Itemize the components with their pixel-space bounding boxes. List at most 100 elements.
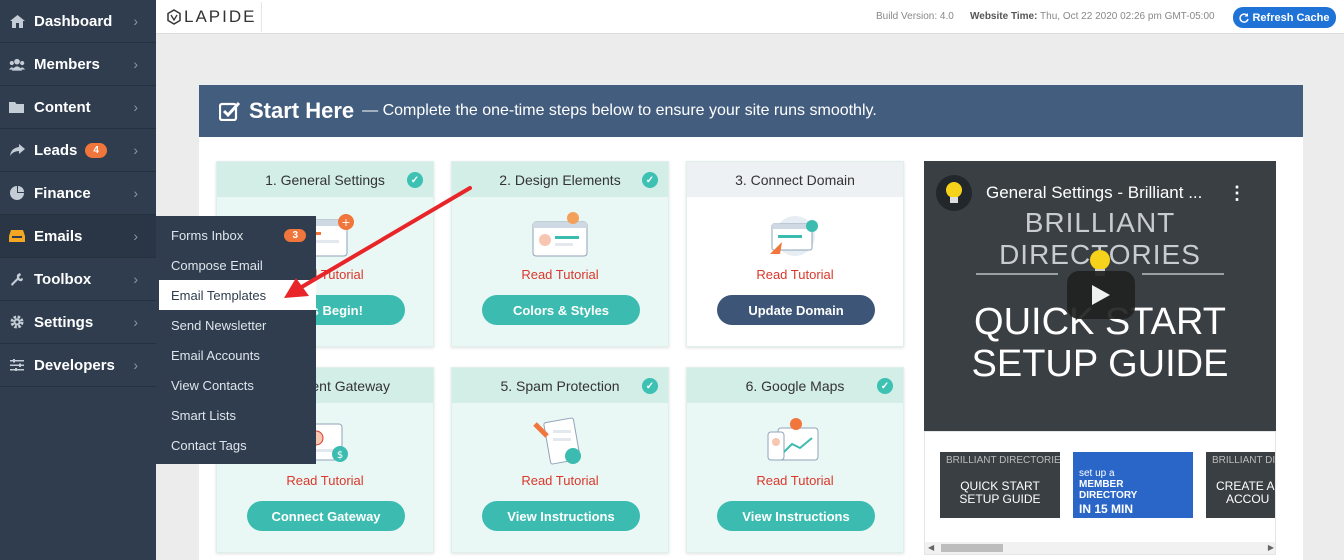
svg-text:$: $ <box>337 450 343 461</box>
thumbnail-headline: QUICK START SETUP GUIDE <box>940 480 1060 506</box>
submenu-item-label: Send Newsletter <box>171 317 267 333</box>
chevron-right-icon: › <box>133 99 138 115</box>
logo-text: LAPIDE <box>184 7 257 26</box>
read-tutorial-link[interactable]: Read Tutorial <box>452 267 668 282</box>
sidebar-item-label: Settings <box>34 313 94 331</box>
connect-gateway-button[interactable]: Connect Gateway <box>247 501 405 531</box>
read-tutorial-link[interactable]: Read Tutorial <box>687 473 903 488</box>
wrench-icon <box>9 271 25 287</box>
sidebar-item-label: Members <box>34 55 100 73</box>
scrollbar-thumb[interactable] <box>941 544 1003 552</box>
website-time-value: Thu, Oct 22 2020 02:26 pm GMT-05:00 <box>1040 11 1215 22</box>
submenu-item-label: Contact Tags <box>171 437 247 453</box>
video-headline-2: SETUP GUIDE <box>971 343 1229 385</box>
page-subtitle: — Complete the one-time steps below to e… <box>362 102 877 119</box>
design-illustration-icon <box>532 212 588 257</box>
check-icon: ✓ <box>877 378 893 394</box>
site-logo[interactable]: LAPIDE <box>158 2 262 32</box>
page-title: Start Here <box>249 98 355 123</box>
play-button[interactable] <box>1067 271 1135 319</box>
update-domain-button[interactable]: Update Domain <box>717 295 875 325</box>
scroll-left-icon[interactable]: ◀ <box>928 542 934 554</box>
read-tutorial-link[interactable]: Read Tutorial <box>217 473 433 488</box>
submenu-item-forms-inbox[interactable]: Forms Inbox 3 <box>156 220 316 250</box>
card-connect-domain: 3. Connect Domain Read Tutorial Update D… <box>686 161 904 347</box>
submenu-item-contact-tags[interactable]: Contact Tags <box>156 430 316 460</box>
sidebar-item-emails[interactable]: Emails › <box>0 215 156 258</box>
thumbnail-caption: BRILLIANT DIRECTORIES <box>946 455 1060 466</box>
check-icon: ✓ <box>407 172 423 188</box>
video-thumbnail[interactable]: BRILLIANT DIREC CREATE AACCOU <box>1206 452 1275 518</box>
channel-avatar[interactable] <box>936 175 972 211</box>
thumbnail-headline-line: ACCOU <box>1226 492 1270 506</box>
svg-text:+: + <box>341 216 350 229</box>
build-version: Build Version: 4.0 <box>876 11 954 22</box>
refresh-icon <box>1239 12 1250 23</box>
read-tutorial-link[interactable]: Read Tutorial <box>687 267 903 282</box>
sidebar-item-label: Developers <box>34 356 115 374</box>
sidebar-item-label: Emails <box>34 227 83 245</box>
submenu-item-email-templates[interactable]: Email Templates <box>156 280 316 310</box>
sidebar-item-label: Leads <box>34 141 78 159</box>
divider-line <box>1142 273 1224 275</box>
inbox-icon <box>9 228 25 244</box>
card-header: 6. Google Maps ✓ <box>687 368 903 403</box>
sidebar-item-content[interactable]: Content › <box>0 86 156 129</box>
sliders-icon <box>9 357 25 373</box>
checkbox-icon <box>219 101 241 121</box>
video-player[interactable]: General Settings - Brilliant ... ⋮ BRILL… <box>924 161 1276 431</box>
colors-styles-button[interactable]: Colors & Styles <box>482 295 640 325</box>
submenu-item-send-newsletter[interactable]: Send Newsletter <box>156 310 316 340</box>
chevron-right-icon: › <box>133 228 138 244</box>
submenu-item-view-contacts[interactable]: View Contacts <box>156 370 316 400</box>
refresh-cache-button[interactable]: Refresh Cache <box>1233 7 1336 28</box>
read-tutorial-link[interactable]: Read Tutorial <box>452 473 668 488</box>
gear-icon <box>9 314 25 330</box>
view-instructions-button[interactable]: View Instructions <box>717 501 875 531</box>
sidebar-item-members[interactable]: Members › <box>0 43 156 86</box>
sidebar-item-leads[interactable]: Leads 4 › <box>0 129 156 172</box>
logo-mark-icon <box>167 9 181 25</box>
thumbnail-headline-line: DIRECTORY <box>1079 490 1138 501</box>
card-title: 5. Spam Protection <box>500 377 620 394</box>
horizontal-scrollbar[interactable]: ◀ ▶ <box>925 542 1275 554</box>
submenu-item-label: Email Accounts <box>171 347 260 363</box>
chevron-right-icon: › <box>133 13 138 29</box>
thumbnail-headline-line: SETUP GUIDE <box>959 492 1041 506</box>
video-thumbnail[interactable]: set up a MEMBER DIRECTORY IN 15 MIN <box>1073 452 1193 518</box>
chevron-right-icon: › <box>133 56 138 72</box>
card-header: 2. Design Elements ✓ <box>452 162 668 197</box>
card-title: 1. General Settings <box>265 171 385 188</box>
thumbnail-headline-line: MEMBER <box>1079 479 1124 490</box>
video-thumbnail-strip: BRILLIANT DIRECTORIES QUICK START SETUP G… <box>924 431 1276 555</box>
submenu-item-smart-lists[interactable]: Smart Lists <box>156 400 316 430</box>
card-design-elements: 2. Design Elements ✓ Read Tutorial Color… <box>451 161 669 347</box>
thumbnail-caption: set up a <box>1079 468 1115 479</box>
sidebar-item-settings[interactable]: Settings › <box>0 301 156 344</box>
sidebar-item-dashboard[interactable]: Dashboard › <box>0 0 156 43</box>
card-header: 3. Connect Domain <box>687 162 903 197</box>
submenu-item-label: Forms Inbox <box>171 227 244 243</box>
users-icon <box>9 56 25 72</box>
sidebar-item-label: Toolbox <box>34 270 92 288</box>
submenu-item-compose-email[interactable]: Compose Email <box>156 250 316 280</box>
lightbulb-icon <box>946 182 962 203</box>
video-thumbnail[interactable]: BRILLIANT DIRECTORIES QUICK START SETUP G… <box>940 452 1060 518</box>
more-options-icon[interactable]: ⋮ <box>1228 183 1246 204</box>
card-spam-protection: 5. Spam Protection ✓ Read Tutorial View … <box>451 367 669 553</box>
sidebar-item-finance[interactable]: Finance › <box>0 172 156 215</box>
sidebar-item-developers[interactable]: Developers › <box>0 344 156 387</box>
video-title[interactable]: General Settings - Brilliant ... <box>986 183 1202 203</box>
card-title: 3. Connect Domain <box>735 171 855 188</box>
sidebar-item-label: Content <box>34 98 91 116</box>
chevron-right-icon: › <box>133 314 138 330</box>
sidebar-item-label: Dashboard <box>34 12 113 30</box>
submenu-item-email-accounts[interactable]: Email Accounts <box>156 340 316 370</box>
website-time-label: Website Time: <box>970 11 1038 22</box>
sidebar-item-toolbox[interactable]: Toolbox › <box>0 258 156 301</box>
leads-count-badge: 4 <box>85 142 107 158</box>
top-bar: LAPIDE Build Version: 4.0 Website Time: … <box>156 0 1344 34</box>
view-instructions-button[interactable]: View Instructions <box>482 501 640 531</box>
submenu-item-label: Compose Email <box>171 257 263 273</box>
scroll-right-icon[interactable]: ▶ <box>1268 542 1274 554</box>
